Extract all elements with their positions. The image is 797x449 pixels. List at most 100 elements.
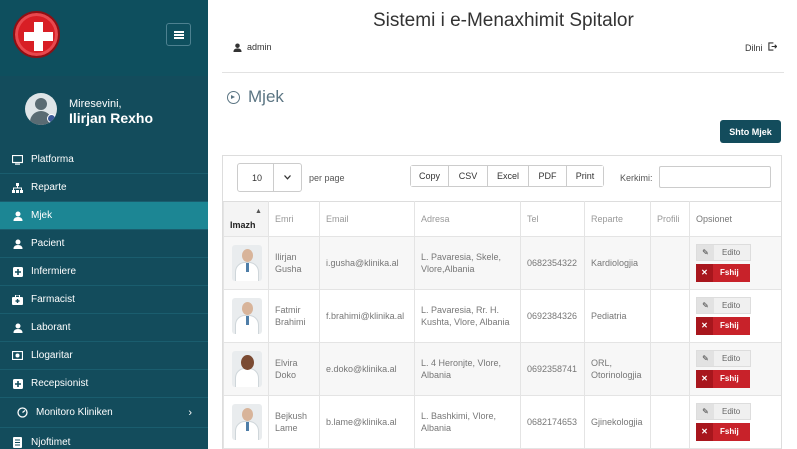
table-row: Fatmir Brahimi f.brahimi@klinika.al L. P… xyxy=(223,289,781,343)
doctor-name: Elvira Doko xyxy=(268,342,320,396)
doctor-photo xyxy=(232,298,262,334)
pencil-icon: ✎ xyxy=(697,298,714,313)
header-divider xyxy=(222,72,784,73)
doctor-profile xyxy=(650,342,690,396)
sidebar-item-pacient[interactable]: Pacient xyxy=(0,230,208,258)
doctor-tel: 0692358741 xyxy=(520,342,585,396)
pencil-icon: ✎ xyxy=(697,404,714,419)
table-row: Elvira Doko e.doko@klinika.al L. 4 Heron… xyxy=(223,342,781,396)
column-header-adresa[interactable]: Adresa xyxy=(414,201,521,237)
pdf-button[interactable]: PDF xyxy=(529,166,567,186)
doctor-address: L. Pavaresia, Rr. H. Kushta, Vlore, Alba… xyxy=(414,289,521,343)
doctor-email: i.gusha@klinika.al xyxy=(319,236,415,290)
doctor-department: Gjinekologjia xyxy=(584,395,651,449)
doctor-address: L. Bashkimi, Vlore, Albania xyxy=(414,395,521,449)
sidebar-item-platforma[interactable]: Platforma xyxy=(0,146,208,174)
close-icon: ✕ xyxy=(696,264,713,282)
user-md-icon xyxy=(12,210,23,221)
column-header-opsionet[interactable]: Opsionet xyxy=(689,201,781,237)
column-header-email[interactable]: Email xyxy=(319,201,415,237)
plus-square-icon xyxy=(12,266,23,277)
column-header-imazh[interactable]: ▲ Imazh xyxy=(223,201,269,237)
edit-button[interactable]: ✎ Edito xyxy=(696,297,751,314)
user-panel: Miresevini, Ilirjan Rexho xyxy=(0,76,208,146)
facebook-badge-icon xyxy=(47,114,56,123)
sidebar: Miresevini, Ilirjan Rexho Platforma Repa… xyxy=(0,0,208,449)
search-input[interactable] xyxy=(659,166,771,188)
doctors-table: ▲ Imazh Emri Email Adresa Tel Reparte Pro… xyxy=(223,201,781,449)
dashboard-icon xyxy=(17,407,28,418)
doctor-department: Kardiologjia xyxy=(584,236,651,290)
column-header-profili[interactable]: Profili xyxy=(650,201,690,237)
csv-button[interactable]: CSV xyxy=(449,166,488,186)
pencil-icon: ✎ xyxy=(697,351,714,366)
sidebar-item-farmacist[interactable]: Farmacist xyxy=(0,286,208,314)
column-header-tel[interactable]: Tel xyxy=(520,201,585,237)
doctor-name: Fatmir Brahimi xyxy=(268,289,320,343)
avatar xyxy=(25,93,57,125)
user-icon xyxy=(233,42,242,52)
per-page-select[interactable]: 10 xyxy=(237,163,302,192)
user-icon xyxy=(12,322,23,333)
edit-button[interactable]: ✎ Edito xyxy=(696,403,751,420)
chevron-down-icon xyxy=(273,164,301,191)
close-icon: ✕ xyxy=(696,317,713,335)
copy-button[interactable]: Copy xyxy=(411,166,449,186)
doctor-tel: 0682354322 xyxy=(520,236,585,290)
sidebar-item-mjek[interactable]: Mjek xyxy=(0,202,208,230)
sidebar-item-recepsionist[interactable]: Recepsionist xyxy=(0,370,208,398)
doctors-table-panel: 10 per page Copy CSV Excel PDF Print Ker… xyxy=(222,155,782,449)
sitemap-icon xyxy=(12,182,23,193)
doctor-name: Ilirjan Gusha xyxy=(268,236,320,290)
sidebar-header xyxy=(0,0,208,76)
sidebar-item-njoftimet[interactable]: Njoftimet xyxy=(0,428,208,449)
doctor-tel: 0692384326 xyxy=(520,289,585,343)
sidebar-item-infermiere[interactable]: Infermiere xyxy=(0,258,208,286)
column-header-emri[interactable]: Emri xyxy=(268,201,320,237)
delete-button[interactable]: ✕ Fshij xyxy=(696,317,750,335)
edit-button[interactable]: ✎ Edito xyxy=(696,244,751,261)
doctor-email: b.lame@klinika.al xyxy=(319,395,415,449)
sidebar-item-laborant[interactable]: Laborant xyxy=(0,314,208,342)
doctor-profile xyxy=(650,236,690,290)
user-icon xyxy=(12,238,23,249)
menu-toggle-button[interactable] xyxy=(166,23,191,46)
delete-button[interactable]: ✕ Fshij xyxy=(696,264,750,282)
doctor-name: Bejkush Lame xyxy=(268,395,320,449)
app-title: Sistemi i e-Menaxhimit Spitalor xyxy=(373,10,634,31)
username: Ilirjan Rexho xyxy=(69,110,154,126)
doctor-department: ORL, Otorinologjia xyxy=(584,342,651,396)
edit-button[interactable]: ✎ Edito xyxy=(696,350,751,367)
column-header-reparte[interactable]: Reparte xyxy=(584,201,651,237)
current-user[interactable]: admin xyxy=(233,42,272,52)
welcome-text: Miresevini, xyxy=(69,98,122,110)
main-content: Sistemi i e-Menaxhimit Spitalor admin Di… xyxy=(208,0,797,449)
doctor-tel: 0682174653 xyxy=(520,395,585,449)
doctor-address: L. 4 Heronjte, Vlore, Albania xyxy=(414,342,521,396)
close-icon: ✕ xyxy=(696,370,713,388)
doctor-email: f.brahimi@klinika.al xyxy=(319,289,415,343)
table-row: Ilirjan Gusha i.gusha@klinika.al L. Pava… xyxy=(223,236,781,290)
export-button-group: Copy CSV Excel PDF Print xyxy=(410,165,604,187)
delete-button[interactable]: ✕ Fshij xyxy=(696,370,750,388)
delete-button[interactable]: ✕ Fshij xyxy=(696,423,750,441)
sidebar-item-monitoro-kliniken[interactable]: Monitoro Kliniken › xyxy=(0,398,208,428)
doctor-email: e.doko@klinika.al xyxy=(319,342,415,396)
add-doctor-button[interactable]: Shto Mjek xyxy=(720,120,781,143)
doctor-photo xyxy=(232,404,262,440)
doctor-photo xyxy=(232,245,262,281)
sidebar-item-llogaritar[interactable]: Llogaritar xyxy=(0,342,208,370)
hamburger-icon xyxy=(174,31,184,33)
sort-icon: ▲ xyxy=(255,208,262,215)
hospital-cross-logo-icon[interactable] xyxy=(13,11,60,58)
arrow-circle-right-icon xyxy=(227,90,240,104)
excel-button[interactable]: Excel xyxy=(488,166,529,186)
logout-link[interactable]: Dilni xyxy=(745,42,777,54)
page-title: Mjek xyxy=(227,87,284,107)
doctor-department: Pediatria xyxy=(584,289,651,343)
doctor-profile xyxy=(650,395,690,449)
sidebar-item-reparte[interactable]: Reparte xyxy=(0,174,208,202)
print-button[interactable]: Print xyxy=(567,166,603,186)
medkit-icon xyxy=(12,294,23,305)
doctor-address: L. Pavaresia, Skele, Vlore,Albania xyxy=(414,236,521,290)
